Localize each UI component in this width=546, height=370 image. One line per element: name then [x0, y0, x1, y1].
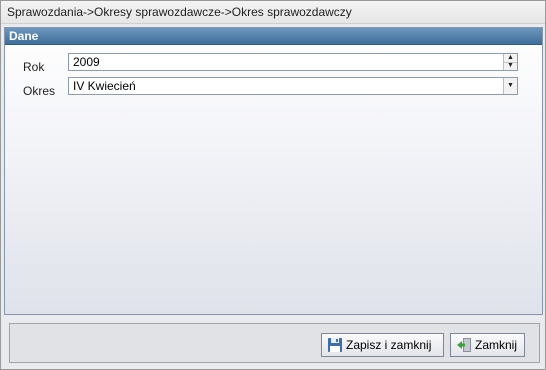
button-bar: Zapisz i zamknij Zamknij: [9, 323, 540, 363]
rok-value: 2009: [73, 55, 100, 69]
spin-down-icon[interactable]: ▼: [504, 62, 517, 70]
data-panel: Dane Rok 2009 ▲ ▼ Okres IV Kwiecień ▼: [4, 27, 543, 315]
chevron-down-icon[interactable]: ▼: [503, 78, 517, 94]
close-label: Zamknij: [475, 338, 518, 352]
panel-title: Dane: [5, 28, 542, 45]
okres-select[interactable]: IV Kwiecień ▼: [68, 77, 518, 95]
rok-spinner[interactable]: 2009 ▲ ▼: [68, 53, 518, 71]
dialog-window: Sprawozdania->Okresy sprawozdawcze->Okre…: [0, 0, 546, 370]
okres-value: IV Kwiecień: [73, 79, 136, 93]
rok-label: Rok: [23, 60, 45, 74]
spin-buttons: ▲ ▼: [503, 54, 517, 70]
okres-label: Okres: [23, 84, 56, 98]
close-button[interactable]: Zamknij: [450, 333, 525, 357]
save-and-close-label: Zapisz i zamknij: [346, 338, 432, 352]
floppy-save-icon: [328, 338, 342, 352]
save-and-close-button[interactable]: Zapisz i zamknij: [321, 333, 444, 357]
breadcrumb: Sprawozdania->Okresy sprawozdawcze->Okre…: [1, 1, 545, 24]
exit-door-icon: [457, 338, 471, 352]
